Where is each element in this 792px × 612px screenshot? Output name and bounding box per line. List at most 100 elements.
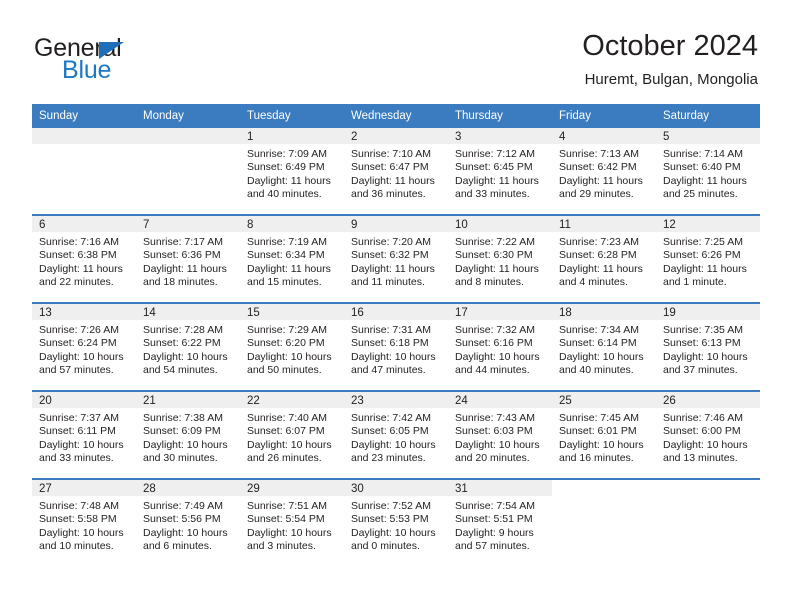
day-cell[interactable]: 2 Sunrise: 7:10 AM Sunset: 6:47 PM Dayli… bbox=[344, 128, 448, 215]
sunrise-text: Sunrise: 7:13 AM bbox=[559, 148, 639, 160]
weekday-header-thursday: Thursday bbox=[448, 104, 552, 128]
daylight-text-line2: and 13 minutes. bbox=[663, 452, 738, 465]
day-cell-empty bbox=[552, 478, 656, 566]
sunset-text: Sunset: 6:49 PM bbox=[247, 161, 325, 174]
sunset-text: Sunset: 6:26 PM bbox=[663, 249, 741, 262]
day-cell[interactable]: 26 Sunrise: 7:46 AM Sunset: 6:00 PM Dayl… bbox=[656, 390, 760, 479]
day-cell[interactable]: 21 Sunrise: 7:38 AM Sunset: 6:09 PM Dayl… bbox=[136, 390, 240, 479]
day-cell[interactable]: 20 Sunrise: 7:37 AM Sunset: 6:11 PM Dayl… bbox=[32, 390, 136, 479]
day-cell[interactable]: 5 Sunrise: 7:14 AM Sunset: 6:40 PM Dayli… bbox=[656, 128, 760, 215]
day-cell[interactable]: 13 Sunrise: 7:26 AM Sunset: 6:24 PM Dayl… bbox=[32, 302, 136, 391]
daylight-text-line2: and 47 minutes. bbox=[351, 364, 426, 377]
day-cell[interactable]: 9 Sunrise: 7:20 AM Sunset: 6:32 PM Dayli… bbox=[344, 214, 448, 303]
day-cell[interactable]: 12 Sunrise: 7:25 AM Sunset: 6:26 PM Dayl… bbox=[656, 214, 760, 303]
day-cell-empty bbox=[32, 128, 136, 215]
sunset-text: Sunset: 6:36 PM bbox=[143, 249, 221, 262]
sunset-text: Sunset: 6:16 PM bbox=[455, 337, 533, 350]
sunset-text: Sunset: 6:14 PM bbox=[559, 337, 637, 350]
day-details: Sunrise: 7:29 AM Sunset: 6:20 PM Dayligh… bbox=[240, 320, 344, 378]
page-header: General Blue October 2024 Huremt, Bulgan… bbox=[34, 30, 758, 98]
daylight-text-line1: Daylight: 11 hours bbox=[351, 174, 435, 187]
calendar-week-row: 20 Sunrise: 7:37 AM Sunset: 6:11 PM Dayl… bbox=[32, 390, 760, 479]
day-cell[interactable]: 31 Sunrise: 7:54 AM Sunset: 5:51 PM Dayl… bbox=[448, 478, 552, 566]
day-cell[interactable]: 1 Sunrise: 7:09 AM Sunset: 6:49 PM Dayli… bbox=[240, 128, 344, 215]
day-cell[interactable]: 15 Sunrise: 7:29 AM Sunset: 6:20 PM Dayl… bbox=[240, 302, 344, 391]
sunset-text: Sunset: 5:53 PM bbox=[351, 513, 429, 526]
sunset-text: Sunset: 6:01 PM bbox=[559, 425, 637, 438]
day-details: Sunrise: 7:26 AM Sunset: 6:24 PM Dayligh… bbox=[32, 320, 136, 378]
day-cell[interactable]: 10 Sunrise: 7:22 AM Sunset: 6:30 PM Dayl… bbox=[448, 214, 552, 303]
day-number: 7 bbox=[136, 216, 240, 232]
day-cell[interactable]: 8 Sunrise: 7:19 AM Sunset: 6:34 PM Dayli… bbox=[240, 214, 344, 303]
daylight-text-line1: Daylight: 11 hours bbox=[663, 174, 747, 187]
day-cell[interactable]: 7 Sunrise: 7:17 AM Sunset: 6:36 PM Dayli… bbox=[136, 214, 240, 303]
daylight-text-line2: and 6 minutes. bbox=[143, 540, 212, 553]
daylight-text-line2: and 0 minutes. bbox=[351, 540, 420, 553]
day-details: Sunrise: 7:38 AM Sunset: 6:09 PM Dayligh… bbox=[136, 408, 240, 466]
day-details: Sunrise: 7:14 AM Sunset: 6:40 PM Dayligh… bbox=[656, 144, 760, 202]
day-number: 23 bbox=[344, 392, 448, 408]
daylight-text-line1: Daylight: 10 hours bbox=[143, 350, 228, 363]
sunrise-text: Sunrise: 7:40 AM bbox=[247, 412, 327, 424]
day-cell[interactable]: 27 Sunrise: 7:48 AM Sunset: 5:58 PM Dayl… bbox=[32, 478, 136, 566]
day-cell[interactable]: 11 Sunrise: 7:23 AM Sunset: 6:28 PM Dayl… bbox=[552, 214, 656, 303]
weekday-header-friday: Friday bbox=[552, 104, 656, 128]
day-details: Sunrise: 7:28 AM Sunset: 6:22 PM Dayligh… bbox=[136, 320, 240, 378]
daylight-text-line2: and 30 minutes. bbox=[143, 452, 218, 465]
calendar-week-row: 6 Sunrise: 7:16 AM Sunset: 6:38 PM Dayli… bbox=[32, 214, 760, 303]
daylight-text-line2: and 54 minutes. bbox=[143, 364, 218, 377]
sunset-text: Sunset: 6:00 PM bbox=[663, 425, 741, 438]
day-cell[interactable]: 28 Sunrise: 7:49 AM Sunset: 5:56 PM Dayl… bbox=[136, 478, 240, 566]
daylight-text-line1: Daylight: 10 hours bbox=[39, 438, 124, 451]
calendar-week-row: 1 Sunrise: 7:09 AM Sunset: 6:49 PM Dayli… bbox=[32, 128, 760, 215]
day-details: Sunrise: 7:12 AM Sunset: 6:45 PM Dayligh… bbox=[448, 144, 552, 202]
daylight-text-line2: and 29 minutes. bbox=[559, 188, 634, 201]
daylight-text-line1: Daylight: 9 hours bbox=[455, 526, 534, 539]
day-cell[interactable]: 3 Sunrise: 7:12 AM Sunset: 6:45 PM Dayli… bbox=[448, 128, 552, 215]
daylight-text-line2: and 3 minutes. bbox=[247, 540, 316, 553]
day-number: 19 bbox=[656, 304, 760, 320]
daylight-text-line1: Daylight: 10 hours bbox=[247, 350, 332, 363]
day-details: Sunrise: 7:16 AM Sunset: 6:38 PM Dayligh… bbox=[32, 232, 136, 290]
daylight-text-line1: Daylight: 11 hours bbox=[559, 262, 643, 275]
day-cell[interactable]: 17 Sunrise: 7:32 AM Sunset: 6:16 PM Dayl… bbox=[448, 302, 552, 391]
day-number: 18 bbox=[552, 304, 656, 320]
day-cell-empty bbox=[136, 128, 240, 215]
sunset-text: Sunset: 6:24 PM bbox=[39, 337, 117, 350]
daylight-text-line2: and 4 minutes. bbox=[559, 276, 628, 289]
day-number: 30 bbox=[344, 480, 448, 496]
day-number: 24 bbox=[448, 392, 552, 408]
day-cell[interactable]: 14 Sunrise: 7:28 AM Sunset: 6:22 PM Dayl… bbox=[136, 302, 240, 391]
sunset-text: Sunset: 6:05 PM bbox=[351, 425, 429, 438]
location-subtitle: Huremt, Bulgan, Mongolia bbox=[584, 71, 758, 89]
daylight-text-line2: and 8 minutes. bbox=[455, 276, 524, 289]
day-cell[interactable]: 18 Sunrise: 7:34 AM Sunset: 6:14 PM Dayl… bbox=[552, 302, 656, 391]
day-number: 10 bbox=[448, 216, 552, 232]
page-title: October 2024 bbox=[582, 30, 758, 62]
sunset-text: Sunset: 6:22 PM bbox=[143, 337, 221, 350]
sunset-text: Sunset: 6:20 PM bbox=[247, 337, 325, 350]
sunrise-sunset-calendar-table: Sunday Monday Tuesday Wednesday Thursday… bbox=[32, 104, 760, 566]
day-number: 29 bbox=[240, 480, 344, 496]
day-number: 22 bbox=[240, 392, 344, 408]
day-number: 6 bbox=[32, 216, 136, 232]
day-cell[interactable]: 6 Sunrise: 7:16 AM Sunset: 6:38 PM Dayli… bbox=[32, 214, 136, 303]
day-cell[interactable]: 29 Sunrise: 7:51 AM Sunset: 5:54 PM Dayl… bbox=[240, 478, 344, 566]
weekday-header-saturday: Saturday bbox=[656, 104, 760, 128]
day-cell[interactable]: 22 Sunrise: 7:40 AM Sunset: 6:07 PM Dayl… bbox=[240, 390, 344, 479]
day-cell[interactable]: 19 Sunrise: 7:35 AM Sunset: 6:13 PM Dayl… bbox=[656, 302, 760, 391]
day-cell[interactable]: 30 Sunrise: 7:52 AM Sunset: 5:53 PM Dayl… bbox=[344, 478, 448, 566]
day-number: 11 bbox=[552, 216, 656, 232]
sunset-text: Sunset: 6:38 PM bbox=[39, 249, 117, 262]
day-cell[interactable]: 25 Sunrise: 7:45 AM Sunset: 6:01 PM Dayl… bbox=[552, 390, 656, 479]
day-cell[interactable]: 16 Sunrise: 7:31 AM Sunset: 6:18 PM Dayl… bbox=[344, 302, 448, 391]
day-cell[interactable]: 24 Sunrise: 7:43 AM Sunset: 6:03 PM Dayl… bbox=[448, 390, 552, 479]
sunrise-text: Sunrise: 7:17 AM bbox=[143, 236, 223, 248]
day-cell[interactable]: 4 Sunrise: 7:13 AM Sunset: 6:42 PM Dayli… bbox=[552, 128, 656, 215]
day-number: 5 bbox=[656, 128, 760, 144]
daylight-text-line1: Daylight: 10 hours bbox=[455, 350, 540, 363]
day-cell[interactable]: 23 Sunrise: 7:42 AM Sunset: 6:05 PM Dayl… bbox=[344, 390, 448, 479]
sunset-text: Sunset: 5:58 PM bbox=[39, 513, 117, 526]
title-block: October 2024 Huremt, Bulgan, Mongolia bbox=[582, 30, 758, 90]
sunrise-text: Sunrise: 7:20 AM bbox=[351, 236, 431, 248]
